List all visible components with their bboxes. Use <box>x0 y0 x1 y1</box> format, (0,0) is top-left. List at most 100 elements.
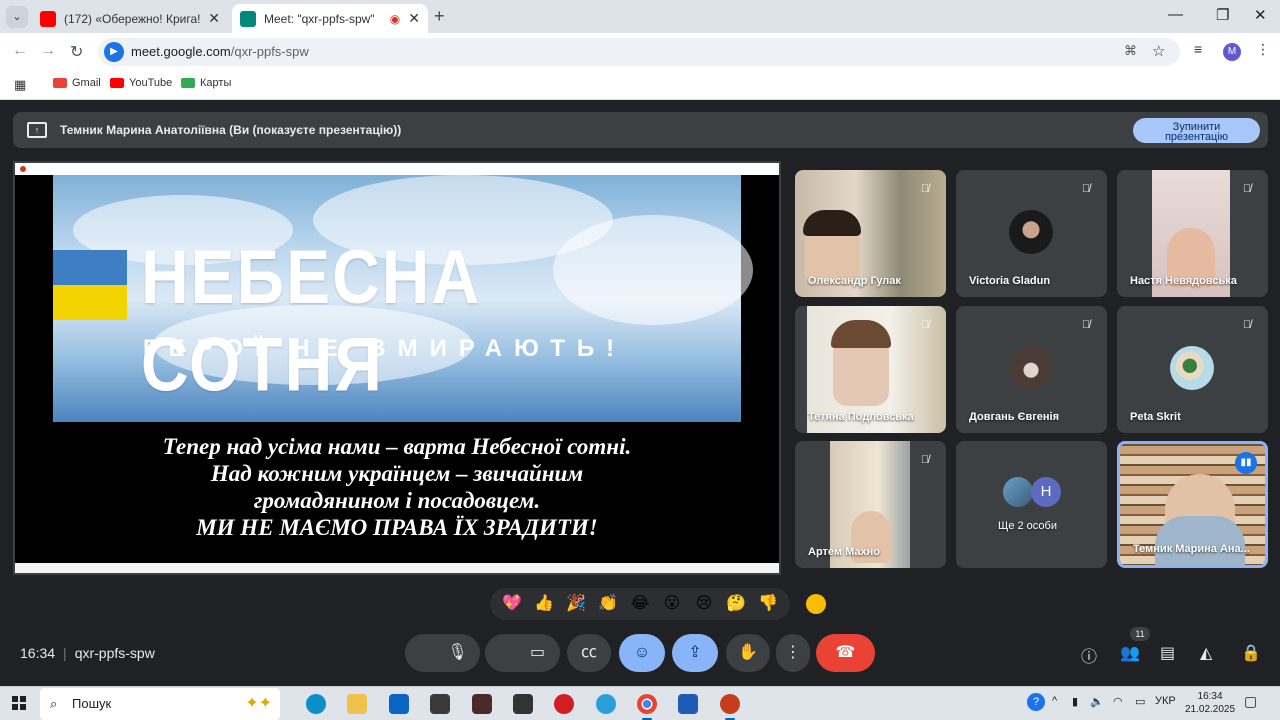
apps-grid-icon[interactable]: ▦ <box>14 77 26 93</box>
opera-icon[interactable] <box>554 694 574 714</box>
reaction-sad[interactable]: 😢 <box>692 592 716 616</box>
reaction-surprised[interactable]: 😮 <box>660 592 684 616</box>
microphone-button[interactable]: 🎙 <box>405 634 480 672</box>
hand-icon: ✋ <box>738 644 758 661</box>
host-controls-icon[interactable]: 🔒 <box>1241 643 1261 663</box>
reaction-laugh[interactable]: 😂 <box>628 592 652 616</box>
chat-icon[interactable]: ▤ <box>1160 643 1175 663</box>
avatar <box>1003 477 1033 507</box>
minimize-icon[interactable]: — <box>1168 6 1183 23</box>
activities-icon[interactable]: ◭ <box>1200 643 1212 663</box>
participant-name: Артем Махно <box>808 546 880 558</box>
participant-tile[interactable]: 🎙̸ Довгань Євгенія <box>956 306 1107 433</box>
skin-tone-picker-icon[interactable] <box>806 594 826 614</box>
present-icon: ⇪ <box>688 644 702 661</box>
bookmark-star-icon[interactable]: ☆ <box>1152 42 1165 60</box>
participant-tile-more[interactable]: H Ще 2 особи <box>956 441 1107 568</box>
meeting-code: qxr-ppfs-spw <box>74 645 155 661</box>
close-window-icon[interactable]: ✕ <box>1254 6 1267 24</box>
avatar: H <box>1031 477 1061 507</box>
recording-icon: ◉ <box>389 11 401 26</box>
volume-icon[interactable]: 🔈 <box>1090 695 1104 708</box>
taskbar-clock[interactable]: 16:34 21.02.2025 <box>1185 690 1235 716</box>
reaction-heart[interactable]: 💖 <box>500 592 524 616</box>
participant-tile[interactable]: 🎙̸ Victoria Gladun <box>956 170 1107 297</box>
tab-title: (172) «Обережно! Крига!»: вар <box>64 11 201 26</box>
tab-search-chevron-icon[interactable]: ⌄ <box>6 6 28 28</box>
present-button[interactable]: ⇪ <box>672 634 718 672</box>
profile-avatar[interactable]: M <box>1223 43 1241 61</box>
word-icon[interactable] <box>678 694 698 714</box>
browser-tab-meet[interactable]: Meet: "qxr-ppfs-spw" ◉ ✕ <box>232 4 428 33</box>
muted-mic-icon: 🎙̸ <box>1081 183 1091 195</box>
back-icon[interactable]: ← <box>12 42 28 60</box>
present-screen-icon: ↑ <box>27 122 47 138</box>
meeting-time: 16:34 <box>20 645 56 661</box>
reaction-thumbs-down[interactable]: 👎 <box>756 592 780 616</box>
microphone-icon: 🎙 <box>447 644 468 661</box>
calendar-app-icon[interactable] <box>513 694 533 714</box>
wifi-icon[interactable]: ◠ <box>1113 695 1123 708</box>
telegram-icon[interactable] <box>596 694 616 714</box>
reaction-thinking[interactable]: 🤔 <box>724 592 748 616</box>
input-language[interactable]: УКР <box>1155 695 1176 707</box>
tray-app-icon[interactable]: ▮ <box>1072 695 1078 708</box>
reaction-party[interactable]: 🎉 <box>564 592 588 616</box>
close-tab-icon[interactable]: ✕ <box>208 10 220 27</box>
tab-title: Meet: "qxr-ppfs-spw" <box>264 11 375 26</box>
app-icon[interactable] <box>472 694 492 714</box>
camera-icon: ▭ <box>529 644 546 661</box>
people-icon[interactable]: 👥 <box>1120 643 1140 663</box>
reaction-clap[interactable]: 👏 <box>596 592 620 616</box>
participant-tile[interactable]: 🎙̸ Артем Махно <box>795 441 946 568</box>
leave-call-button[interactable]: ☎ <box>816 634 875 672</box>
reload-icon[interactable]: ↻ <box>70 42 83 62</box>
bookmark-gmail[interactable]: Gmail <box>53 77 101 89</box>
browser-tab-strip: ⌄ (172) «Обережно! Крига!»: вар ✕ Meet: … <box>0 0 1280 33</box>
windows-start-icon[interactable] <box>12 696 26 710</box>
maximize-icon[interactable]: ❐ <box>1216 6 1229 24</box>
close-tab-icon[interactable]: ✕ <box>408 10 420 27</box>
stop-presenting-button[interactable]: Зупинити презентацію <box>1133 118 1260 143</box>
camera-button[interactable]: ▭ <box>485 634 560 672</box>
participant-count-badge: 11 <box>1130 627 1150 641</box>
participant-tile[interactable]: 🎙̸ Олександр Гулак <box>795 170 946 297</box>
reactions-bar: 💖 👍 🎉 👏 😂 😮 😢 🤔 👎 <box>490 588 790 620</box>
presenting-text: Темник Марина Анатоліївна (Ви (показуєте… <box>60 123 402 137</box>
forward-icon[interactable]: → <box>40 42 56 60</box>
outlook-icon[interactable] <box>389 694 409 714</box>
participant-tile-self[interactable]: ▮▮ Темник Марина Ана... <box>1117 441 1268 568</box>
browser-tab-youtube[interactable]: (172) «Обережно! Крига!»: вар ✕ <box>32 4 228 33</box>
captions-button[interactable]: ㏄ <box>567 634 611 672</box>
participant-tile[interactable]: 🎙̸ Тетяна Подловська <box>795 306 946 433</box>
participant-tile[interactable]: 🎙̸ Peta Skrit <box>1117 306 1268 433</box>
file-explorer-icon[interactable] <box>347 694 367 714</box>
ukraine-flag-icon <box>53 250 127 320</box>
bookmark-maps[interactable]: Карты <box>181 77 231 89</box>
menu-kebab-icon[interactable]: ⋮ <box>1256 41 1270 58</box>
raise-hand-button[interactable]: ✋ <box>726 634 770 672</box>
translate-icon[interactable]: ⌘ <box>1124 43 1137 59</box>
reactions-button[interactable]: ☺ <box>619 634 665 672</box>
new-tab-icon[interactable]: + <box>434 6 445 27</box>
bookmark-youtube[interactable]: YouTube <box>110 77 172 89</box>
media-controls-icon[interactable]: ≡ <box>1194 41 1202 57</box>
muted-mic-icon: 🎙̸ <box>1081 319 1091 331</box>
edge-icon[interactable] <box>306 694 326 714</box>
more-options-button[interactable]: ⋮ <box>776 634 810 672</box>
battery-icon[interactable]: ▭ <box>1135 695 1145 708</box>
meeting-details-icon[interactable]: ⓘ <box>1081 643 1097 667</box>
powerpoint-icon[interactable] <box>720 694 740 720</box>
tray-chevron-icon[interactable]: ^ <box>1052 695 1057 707</box>
taskbar-search-input[interactable]: ⌕ Пошук ✦✦ <box>40 688 280 720</box>
slide-quote: Тепер над усіма нами – варта Небесної со… <box>162 434 632 540</box>
muted-mic-icon: 🎙̸ <box>920 319 930 331</box>
notifications-icon[interactable]: ▢ <box>1244 693 1257 710</box>
store-icon[interactable] <box>430 694 450 714</box>
help-icon[interactable]: ? <box>1027 693 1045 711</box>
chrome-icon[interactable] <box>637 694 657 720</box>
participant-tile[interactable]: 🎙̸ Настя Невядовська <box>1117 170 1268 297</box>
reaction-thumbs-up[interactable]: 👍 <box>532 592 556 616</box>
address-bar[interactable]: ▶ meet.google.com/qxr-ppfs-spw ⌘ ☆ <box>98 38 1180 66</box>
site-info-icon[interactable]: ▶ <box>104 42 124 62</box>
